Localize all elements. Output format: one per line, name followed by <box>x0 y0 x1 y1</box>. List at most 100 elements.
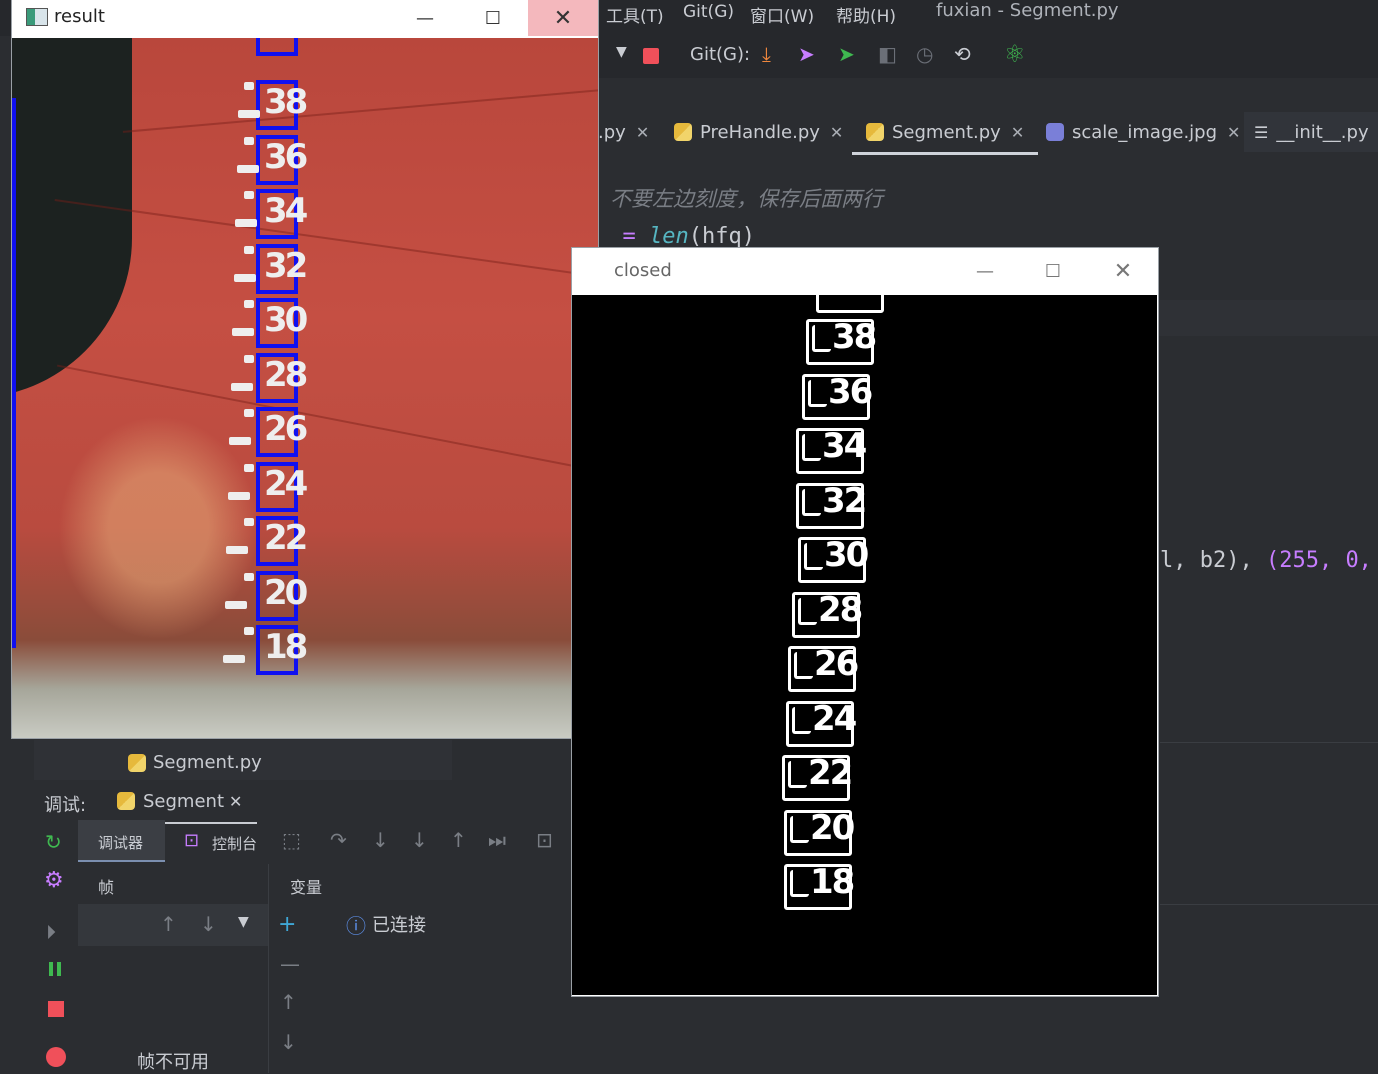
code-token: l, b2), <box>1160 548 1266 573</box>
thread-dropdown-icon[interactable]: ▼ <box>238 914 249 930</box>
contour-tick <box>792 706 811 734</box>
draft-tick <box>232 328 254 336</box>
move-up-icon[interactable]: ↑ <box>280 990 297 1014</box>
image-icon <box>1046 123 1064 141</box>
tab-label: .py <box>598 121 626 143</box>
tab-prehandle[interactable]: PreHandle.py ✕ <box>674 112 843 152</box>
draft-tick <box>236 164 259 173</box>
draft-tick <box>226 546 248 554</box>
frames-label: 帧 <box>98 878 115 897</box>
git-history-icon[interactable]: ◷ <box>916 42 933 66</box>
draft-tick <box>244 463 254 472</box>
draft-tick <box>227 491 250 500</box>
hull-seam <box>56 364 598 474</box>
dropdown-icon[interactable]: ▼ <box>616 44 627 60</box>
divider <box>1160 904 1378 905</box>
evaluate-icon[interactable]: ⊡ <box>536 828 553 852</box>
settings-gear-icon[interactable]: ⚙ <box>44 868 64 893</box>
draft-tick <box>233 273 256 282</box>
draft-digit: 32 <box>264 245 308 286</box>
step-into-icon[interactable]: ↓ <box>372 828 389 852</box>
binary-digit: 36 <box>828 371 873 412</box>
contour-tick <box>802 434 821 461</box>
close-icon[interactable]: ✕ <box>830 123 843 142</box>
resume-icon[interactable]: ⏵ <box>46 920 56 944</box>
debug-session-tab[interactable]: Segment ✕ <box>95 782 257 824</box>
show-execution-point-icon[interactable]: ⬚ <box>282 828 301 852</box>
tab-init[interactable]: ☰ __init__.py <box>1244 112 1378 152</box>
pause-icon[interactable] <box>49 962 53 976</box>
draft-tick <box>244 518 254 526</box>
git-push-icon[interactable]: ➤ <box>838 42 855 66</box>
close-button[interactable]: ✕ <box>528 0 598 36</box>
binary-digit: 24 <box>812 698 857 739</box>
close-icon[interactable]: ✕ <box>636 123 649 142</box>
close-button[interactable]: ✕ <box>1088 253 1158 289</box>
close-icon[interactable]: ✕ <box>1011 123 1024 142</box>
python-icon <box>674 123 692 141</box>
stop-icon[interactable] <box>643 48 659 64</box>
git-update-icon[interactable]: ⤓ <box>762 42 771 66</box>
editor-tabs: .py ✕ PreHandle.py ✕ Segment.py ✕ scale_ima… <box>598 112 1378 155</box>
move-down-icon[interactable]: ↓ <box>280 1030 297 1054</box>
step-over-icon[interactable]: ↷ <box>330 828 347 852</box>
closed-titlebar[interactable]: closed — ☐ ✕ <box>572 248 1158 294</box>
minimize-button[interactable]: — <box>390 0 460 36</box>
code-token: (hfq) <box>688 224 755 249</box>
maximize-button[interactable]: ☐ <box>1018 253 1088 289</box>
minimize-button[interactable]: — <box>950 253 1020 289</box>
detected-edge <box>12 98 16 648</box>
close-icon[interactable]: ✕ <box>1227 123 1240 142</box>
git-rollback-icon[interactable]: ⟲ <box>954 42 971 66</box>
result-window[interactable]: result — ☐ ✕ 38 36 34 32 30 28 26 24 22 20 18 <box>12 0 598 738</box>
draft-tick <box>229 437 251 445</box>
code-token: (255, 0, <box>1265 548 1372 573</box>
draft-tick <box>244 354 254 363</box>
draft-digit: 36 <box>264 136 308 177</box>
remove-watch-icon[interactable]: — <box>280 952 300 976</box>
hull-seam <box>54 199 598 279</box>
rerun-icon[interactable]: ↻ <box>45 830 62 854</box>
contour-tick <box>788 761 807 788</box>
hull-seam <box>122 89 598 133</box>
contour-tick <box>790 815 809 843</box>
run-to-cursor-icon[interactable]: ⏭ <box>488 828 506 852</box>
tab-label: Segment.py <box>892 121 1001 143</box>
menu-help[interactable]: 帮助(H) <box>836 2 896 27</box>
python-icon <box>117 792 135 810</box>
tab-prev-py[interactable]: .py ✕ <box>598 112 649 152</box>
binary-digit: 22 <box>808 753 853 793</box>
git-commit-icon[interactable]: ➤ <box>798 42 815 66</box>
git-compare-icon[interactable]: ◧ <box>878 42 897 66</box>
tab-segment[interactable]: Segment.py ✕ <box>852 112 1039 155</box>
binary-digit: 20 <box>810 807 855 848</box>
closed-binary-image: 38 36 34 32 30 28 26 24 22 20 18 <box>572 295 1157 995</box>
ide-window-title: fuxian - Segment.py <box>936 0 1119 21</box>
contour-tick <box>812 325 831 352</box>
stop-debug-icon[interactable] <box>48 1001 64 1017</box>
tab-scale-image[interactable]: scale_image.jpg ✕ <box>1046 112 1240 152</box>
menu-tools[interactable]: 工具(T) <box>606 2 664 27</box>
close-icon[interactable]: ✕ <box>229 792 242 811</box>
breakpoints-icon[interactable] <box>46 1047 66 1067</box>
draft-tick <box>244 300 254 308</box>
closed-window[interactable]: closed — ☐ ✕ 38 36 34 32 30 28 26 24 22 20 18 <box>572 248 1158 996</box>
frames-toolbar: ↑ ↓ ▼ <box>78 904 268 946</box>
variables-label: 变量 <box>290 878 323 897</box>
atom-icon[interactable]: ⚛ <box>1004 40 1026 68</box>
menu-git[interactable]: Git(G) <box>683 2 734 22</box>
step-into-my-code-icon[interactable]: ↓ <box>411 828 428 852</box>
menu-window[interactable]: 窗口(W) <box>750 2 814 27</box>
tab-label: PreHandle.py <box>700 121 820 143</box>
step-out-icon[interactable]: ↑ <box>450 828 467 852</box>
result-title: result <box>54 6 105 27</box>
frame-up-icon[interactable]: ↑ <box>160 912 177 936</box>
add-watch-icon[interactable]: + <box>278 912 296 937</box>
frame-down-icon[interactable]: ↓ <box>200 912 217 936</box>
maximize-button[interactable]: ☐ <box>458 0 528 36</box>
tab-debugger[interactable]: 调试器 <box>78 820 165 862</box>
draft-tick <box>244 627 254 635</box>
result-titlebar[interactable]: result — ☐ ✕ <box>12 0 598 36</box>
debug-file-label[interactable]: Segment.py <box>153 752 262 773</box>
tab-console-label[interactable]: 控制台 <box>212 833 257 854</box>
